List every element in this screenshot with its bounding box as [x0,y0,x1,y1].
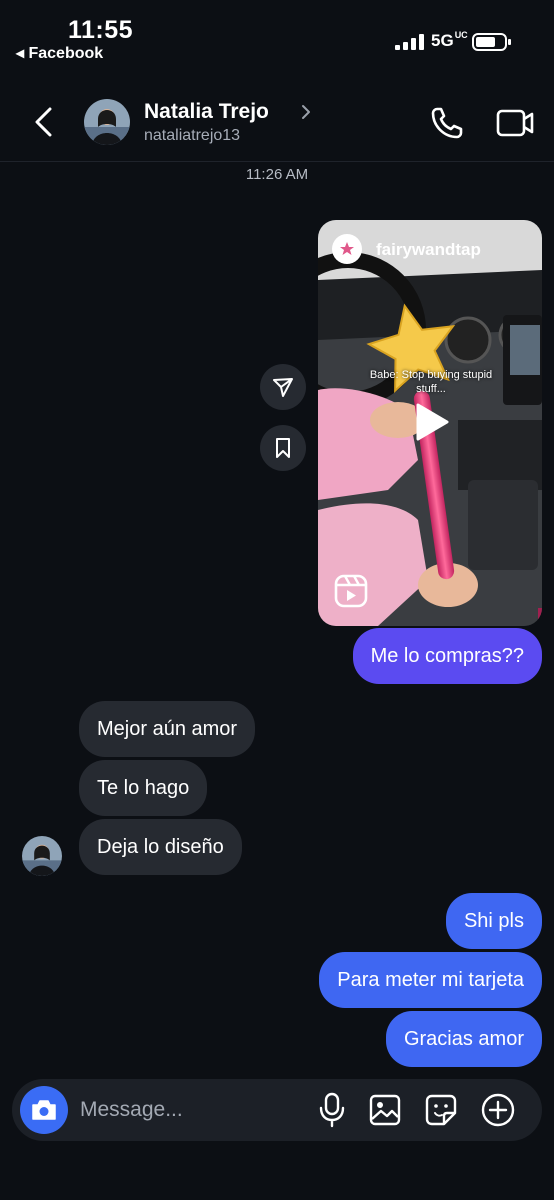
message-input[interactable]: Message... [80,1098,183,1122]
message-bubble-outgoing[interactable]: Me lo compras?? [352,628,542,684]
message-bubble-incoming[interactable]: Deja lo diseño [79,819,242,875]
camera-icon [32,1100,56,1120]
message-bubble-incoming[interactable]: Te lo hago [79,760,208,816]
contact-name[interactable]: Natalia Trejo [144,100,269,124]
reel-overlay-text: Babe: Stop buying stupid stuff... [369,369,493,395]
share-button[interactable] [260,364,306,410]
message-bubble-incoming[interactable]: Mejor aún amor [79,701,256,757]
battery-icon [472,33,511,51]
status-time: 11:55 [68,16,134,44]
header-divider [0,161,554,162]
back-to-facebook-link[interactable]: ◂ Facebook [16,43,103,63]
header-avatar[interactable] [84,99,130,145]
back-arrow-icon[interactable] [26,104,62,140]
microphone-icon[interactable] [317,1092,347,1128]
sticker-icon[interactable] [424,1093,458,1127]
reels-icon [334,574,368,608]
send-icon [273,378,293,397]
message-bubble-outgoing[interactable]: Shi pls [445,893,542,949]
contact-username: nataliatrejo13 [144,127,241,144]
message-bubble-outgoing[interactable]: Gracias amor [385,1011,542,1067]
add-icon[interactable] [480,1092,516,1128]
chevron-right-icon[interactable] [300,102,312,122]
phone-icon[interactable] [428,104,466,142]
shared-reel-card[interactable]: fairywandtap Babe: Stop buying stupid st… [318,220,542,626]
video-call-icon[interactable] [496,104,534,142]
network-label: 5GUC [431,30,468,51]
bookmark-icon [276,438,290,458]
sender-avatar[interactable] [22,836,62,876]
reel-account-avatar [332,234,362,264]
message-bubble-outgoing[interactable]: Para meter mi tarjeta [319,952,542,1008]
signal-icon [395,34,424,50]
save-button[interactable] [260,425,306,471]
reel-account-name[interactable]: fairywandtap [376,240,481,260]
play-icon[interactable] [414,402,450,442]
camera-button[interactable] [20,1086,68,1134]
gallery-icon[interactable] [368,1093,402,1127]
thread-timestamp: 11:26 AM [245,166,309,183]
